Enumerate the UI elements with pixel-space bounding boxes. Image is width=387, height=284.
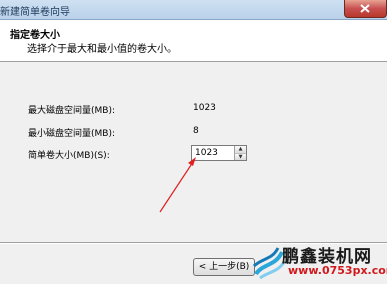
page-subtitle: 选择介于最大和最小值的卷大小。	[27, 44, 177, 55]
close-icon	[360, 4, 370, 13]
max-space-value: 1023	[193, 103, 216, 113]
site-watermark: 鹏鑫装机网 www.0753px.com	[252, 240, 387, 284]
spin-up-icon: ▲	[238, 146, 243, 152]
back-button[interactable]: < 上一步(B)	[193, 258, 255, 276]
page-title: 指定卷大小	[10, 30, 60, 41]
spin-up-button[interactable]: ▲	[234, 146, 246, 153]
max-space-label: 最大磁盘空间量(MB):	[28, 106, 115, 116]
swirl-logo-icon	[252, 247, 286, 280]
title-bar: 新建简单卷向导	[0, 0, 387, 20]
min-space-label: 最小磁盘空间量(MB):	[28, 129, 115, 139]
close-button[interactable]	[344, 0, 387, 18]
spin-down-button[interactable]: ▼	[234, 153, 246, 160]
volume-size-label: 简单卷大小(MB)(S):	[28, 151, 110, 161]
min-space-value: 8	[193, 126, 199, 136]
watermark-url: www.0753px.com	[288, 264, 387, 277]
volume-size-input[interactable]	[193, 147, 237, 159]
wizard-header: 指定卷大小 选择介于最大和最小值的卷大小。	[0, 20, 387, 62]
volume-size-stepper[interactable]: ▲ ▼	[191, 145, 247, 161]
window-title: 新建简单卷向导	[0, 7, 70, 18]
spin-down-icon: ▼	[238, 154, 243, 160]
